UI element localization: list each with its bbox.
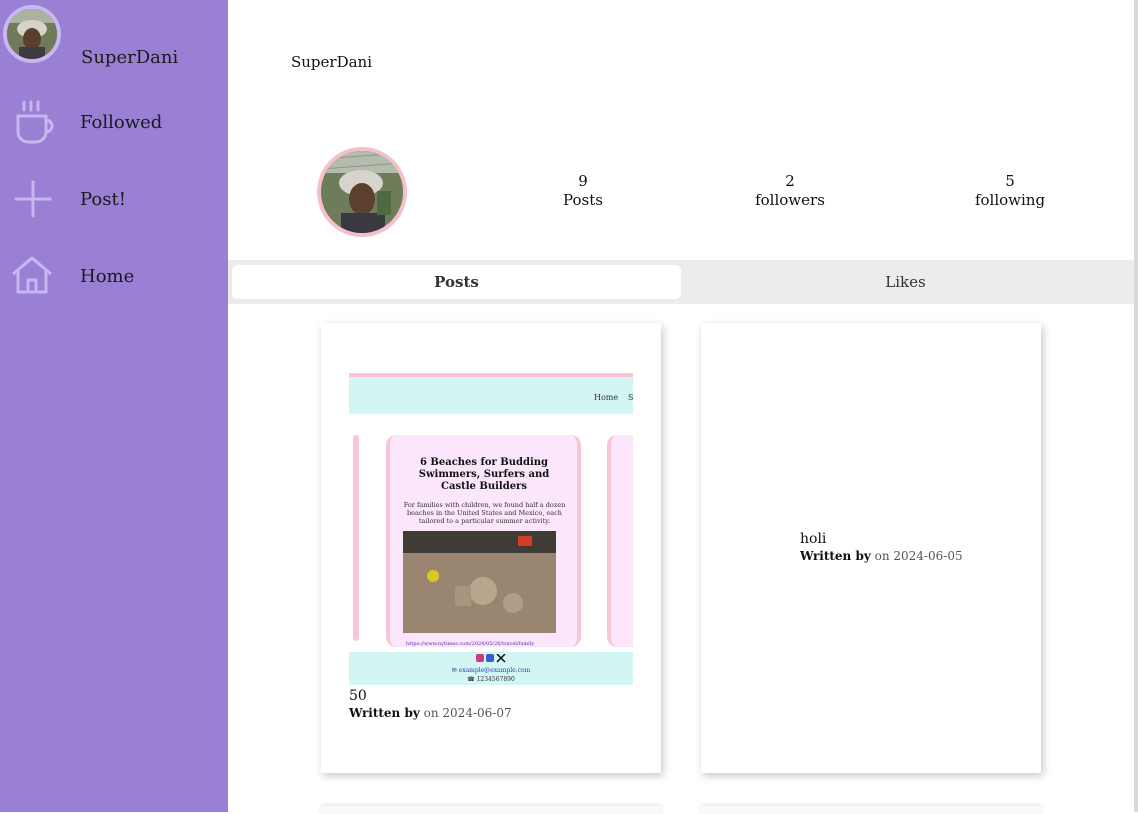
profile-name: SuperDani [291, 53, 373, 71]
preview-article-text: For families with children, we found hal… [403, 501, 566, 525]
post-byline: Written by on 2024-06-07 [349, 706, 512, 720]
post-byline-date: on 2024-06-05 [874, 549, 963, 563]
scrollbar-track[interactable] [1134, 0, 1138, 812]
post-byline: Written by on 2024-06-05 [800, 549, 963, 563]
post-preview-image: Home S 6 Beaches for Budding Swimmers, S… [349, 373, 633, 685]
phone-icon: ☎ [467, 676, 475, 683]
preview-header: Home S [349, 377, 633, 414]
stat-followers-label: followers [755, 191, 825, 209]
nav-label-followed: Followed [80, 112, 163, 133]
tab-posts[interactable]: Posts [232, 265, 681, 299]
stat-following-value: 5 [1005, 172, 1015, 190]
preview-footer: ✉ example@example.com ☎ 1234567890 [349, 652, 633, 685]
stat-posts-value: 9 [578, 172, 588, 190]
profile-tabs: Posts Likes [228, 260, 1134, 304]
stat-posts[interactable]: 9 Posts [553, 172, 613, 210]
post-byline-written-by: Written by [800, 549, 871, 563]
post-title: 50 [349, 688, 367, 704]
profile-main: SuperDani 9 Posts 2 followers 5 followin… [228, 0, 1134, 814]
post-card[interactable]: holi Written by on 2024-06-05 [701, 323, 1041, 773]
stat-following[interactable]: 5 following [970, 172, 1050, 210]
preview-article-link: https://www.nytimes.com/2024/05/26/trave… [406, 641, 535, 647]
preview-nav-home: Home [594, 393, 619, 402]
stat-posts-label: Posts [563, 191, 603, 209]
preview-article-title: 6 Beaches for Budding Swimmers, Surfers … [418, 457, 550, 492]
post-byline-written-by: Written by [349, 706, 420, 720]
next-post-card-edge [701, 806, 1041, 814]
mail-icon: ✉ [451, 667, 457, 674]
stat-followers[interactable]: 2 followers [750, 172, 830, 210]
post-byline-date: on 2024-06-07 [423, 706, 512, 720]
preview-footer-email: example@example.com [458, 667, 531, 674]
nav-label-post: Post! [80, 189, 126, 210]
preview-beach-photo [403, 531, 556, 633]
preview-nav-s: S [628, 393, 633, 402]
preview-social-icons [349, 653, 633, 666]
post-title: holi [800, 531, 827, 547]
coffee-cup-icon [12, 98, 56, 148]
sidebar-avatar[interactable] [3, 5, 61, 63]
nav-item-followed[interactable]: Followed [0, 98, 228, 154]
post-card[interactable]: Home S 6 Beaches for Budding Swimmers, S… [321, 323, 661, 773]
preview-article-card: 6 Beaches for Budding Swimmers, Surfers … [386, 435, 581, 647]
nav-item-post[interactable]: Post! [0, 176, 228, 232]
nav-item-home[interactable]: Home [0, 252, 228, 308]
tab-likes[interactable]: Likes [681, 265, 1130, 299]
profile-avatar [317, 147, 407, 237]
plus-icon [12, 176, 56, 226]
stat-followers-value: 2 [785, 172, 795, 190]
preview-side-card [353, 435, 359, 641]
home-icon [10, 252, 54, 302]
next-post-card-edge [321, 806, 661, 814]
preview-next-card [607, 435, 633, 647]
sidebar-username[interactable]: SuperDani [81, 47, 178, 68]
nav-label-home: Home [80, 266, 135, 287]
stat-following-label: following [974, 191, 1046, 209]
preview-footer-phone: 1234567890 [476, 676, 515, 683]
sidebar: SuperDani Followed Post! Home [0, 0, 228, 812]
